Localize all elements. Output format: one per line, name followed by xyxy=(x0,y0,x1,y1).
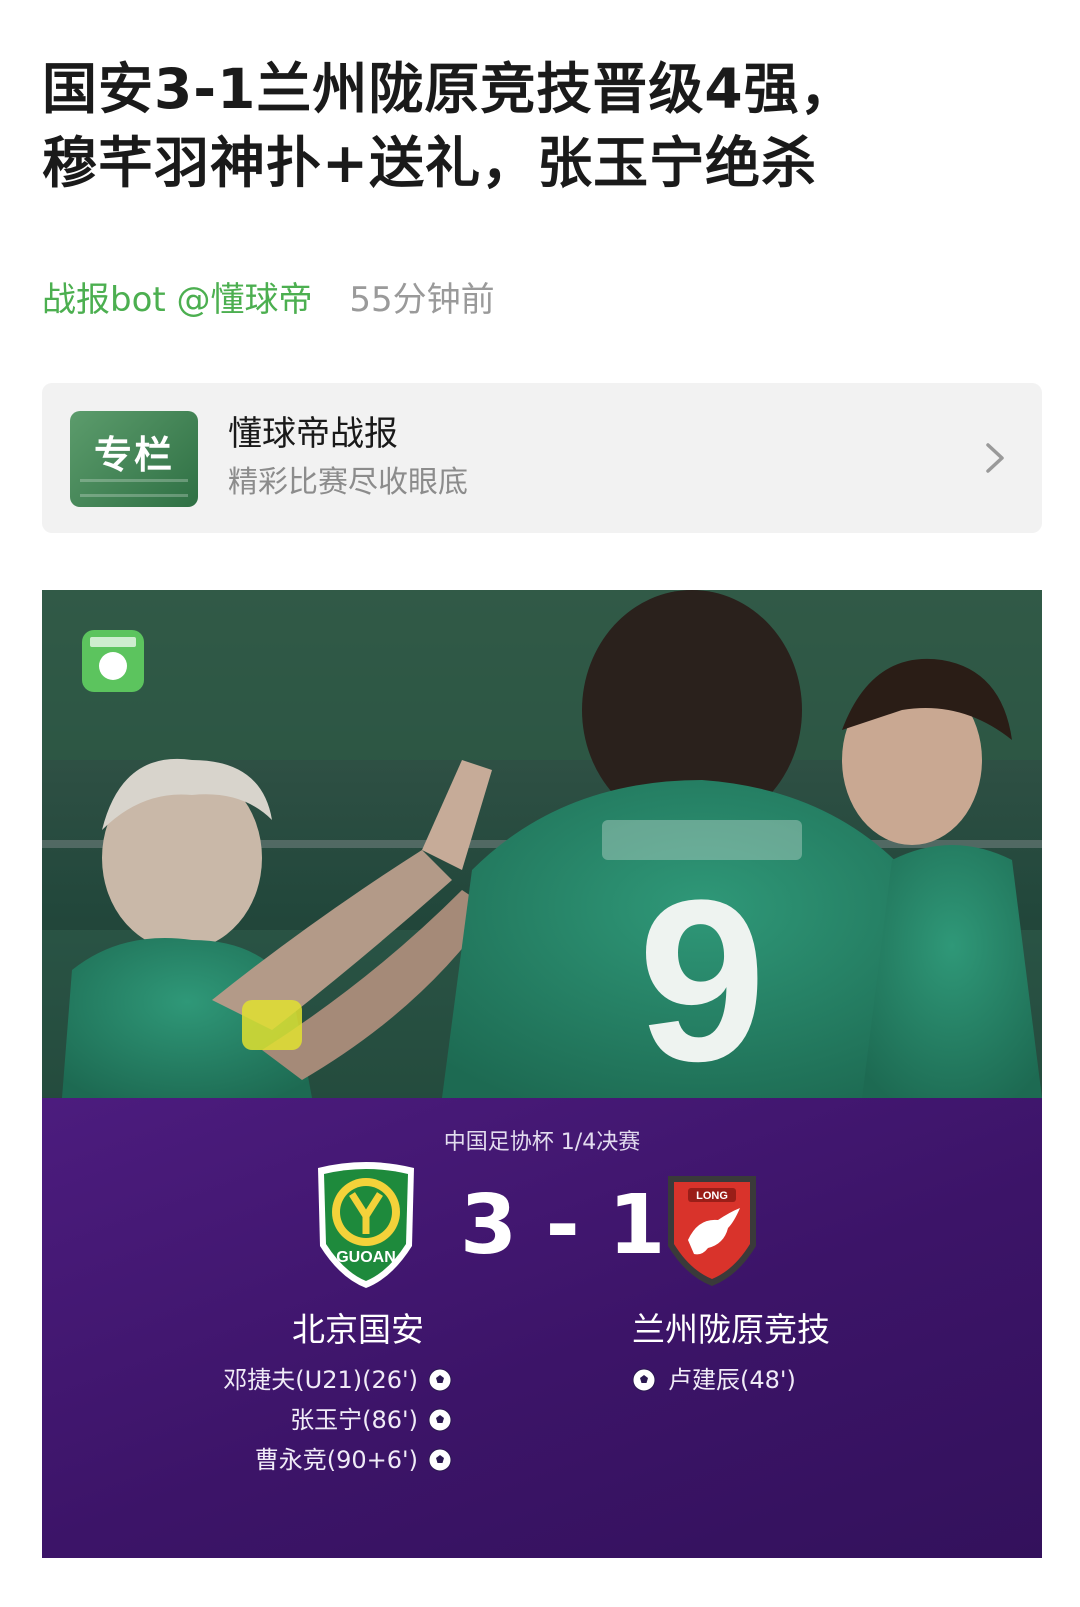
article-title-line-2: 穆芊羽神扑+送礼，张玉宁绝杀 xyxy=(42,131,818,195)
column-badge-label: 专栏 xyxy=(93,433,174,477)
scorer-row: 张玉宁(86') xyxy=(223,1400,452,1440)
home-scorers: 邓捷夫(U21)(26') 张玉宁(86') 曹永竞(90+6') xyxy=(223,1360,452,1480)
football-icon xyxy=(428,1408,452,1432)
publish-time: 55分钟前 xyxy=(349,280,495,320)
article-title: 国安3-1兰州陇原竞技晋级4强， 穆芊羽神扑+送礼，张玉宁绝杀 xyxy=(42,52,1042,200)
beijing-guoan-logo-icon: GUOAN xyxy=(318,1162,414,1288)
scorer-name: 曹永竞(90+6') xyxy=(254,1446,418,1474)
author-link[interactable]: 战报bot @懂球帝 xyxy=(42,280,313,320)
scorer-row: 曹永竞(90+6') xyxy=(223,1440,452,1480)
home-score: 3 xyxy=(460,1178,518,1273)
football-icon xyxy=(428,1448,452,1472)
scorer-row: 邓捷夫(U21)(26') xyxy=(223,1360,452,1400)
column-subtitle: 精彩比赛尽收眼底 xyxy=(228,465,468,500)
football-icon xyxy=(428,1368,452,1392)
match-result-panel: 中国足协杯 1/4决赛 GUOAN 3 - 1 LONG 北京国安 兰州陇原竞技… xyxy=(42,1098,1042,1558)
article-meta: 战报bot @懂球帝 55分钟前 xyxy=(42,278,495,322)
away-logo-text: LONG xyxy=(696,1190,728,1202)
score-separator: - xyxy=(545,1178,580,1273)
match-stage: 中国足协杯 1/4决赛 xyxy=(443,1130,641,1155)
lanzhou-longyuan-logo-icon: LONG xyxy=(668,1176,756,1286)
away-score: 1 xyxy=(608,1178,666,1273)
scorer-row: 卢建辰(48') xyxy=(632,1360,796,1400)
column-card[interactable]: 专栏 懂球帝战报 精彩比赛尽收眼底 xyxy=(42,383,1042,533)
football-icon xyxy=(632,1368,656,1392)
chevron-right-icon xyxy=(986,443,1004,473)
scorer-name: 张玉宁(86') xyxy=(290,1406,418,1434)
home-logo-text: GUOAN xyxy=(336,1249,396,1266)
scorer-name: 卢建辰(48') xyxy=(668,1366,796,1394)
away-scorers: 卢建辰(48') xyxy=(632,1360,796,1400)
match-photo[interactable]: 9 xyxy=(42,590,1042,1098)
column-badge-icon: 专栏 xyxy=(70,411,198,507)
jersey-number: 9 xyxy=(638,852,766,1098)
home-team-name: 北京国安 xyxy=(292,1310,424,1349)
scorer-name: 邓捷夫(U21)(26') xyxy=(223,1366,418,1394)
final-score: 3 - 1 xyxy=(460,1176,665,1276)
column-name: 懂球帝战报 xyxy=(228,414,398,454)
away-team-name: 兰州陇原竞技 xyxy=(632,1310,830,1349)
celebration-photo-illustration: 9 xyxy=(42,590,1042,1098)
dongqiudi-watermark-icon xyxy=(82,630,144,692)
article-title-line-1: 国安3-1兰州陇原竞技晋级4强， xyxy=(42,57,856,121)
